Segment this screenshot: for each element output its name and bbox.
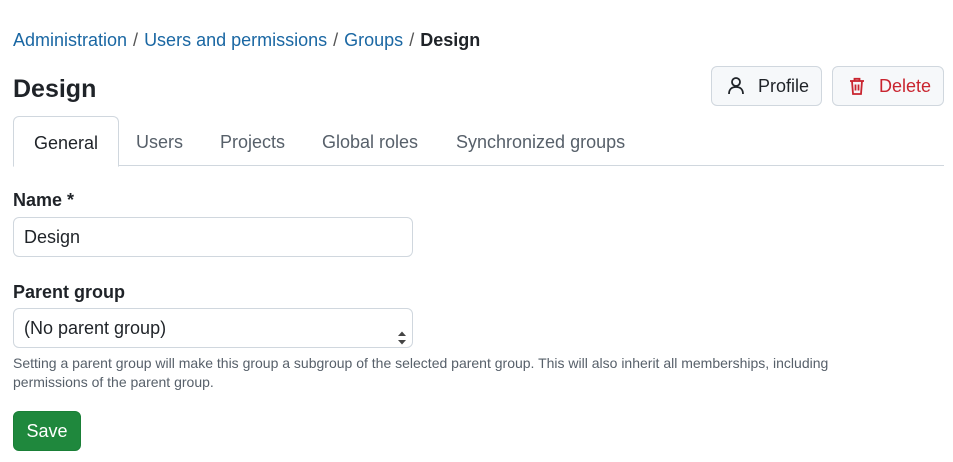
breadcrumb-separator: / — [333, 30, 339, 50]
breadcrumb-administration[interactable]: Administration — [13, 30, 127, 50]
breadcrumb-separator: / — [133, 30, 139, 50]
profile-button[interactable]: Profile — [711, 66, 822, 106]
tab-synchronized-groups[interactable]: Synchronized groups — [436, 116, 645, 166]
delete-button[interactable]: Delete — [832, 66, 944, 106]
tab-users[interactable]: Users — [116, 116, 203, 166]
breadcrumb: Administration / Users and permissions / Gro… — [13, 29, 480, 51]
tab-global-roles[interactable]: Global roles — [302, 116, 438, 166]
breadcrumb-current: Design — [420, 30, 481, 50]
user-icon — [726, 76, 746, 96]
breadcrumb-groups[interactable]: Groups — [344, 30, 403, 50]
page-title: Design — [13, 75, 97, 103]
delete-button-label: Delete — [879, 75, 932, 96]
save-button[interactable]: Save — [13, 411, 81, 451]
parent-group-select[interactable]: (No parent group) — [13, 308, 413, 348]
tab-projects[interactable]: Projects — [200, 116, 305, 166]
trash-icon — [847, 76, 867, 96]
breadcrumb-users-and-permissions[interactable]: Users and permissions — [144, 30, 327, 50]
name-label: Name * — [13, 190, 75, 210]
profile-button-label: Profile — [758, 75, 810, 96]
parent-group-selected-value: (No parent group) — [24, 318, 167, 338]
parent-group-hint: Setting a parent group will make this gr… — [13, 355, 829, 390]
chevron-up-down-icon — [397, 321, 407, 345]
tab-bar: General Users Projects Global roles Sync… — [13, 116, 944, 167]
tab-general[interactable]: General — [13, 116, 120, 167]
breadcrumb-separator: / — [409, 30, 415, 50]
parent-group-label: Parent group — [13, 282, 126, 302]
name-input[interactable] — [13, 217, 413, 257]
